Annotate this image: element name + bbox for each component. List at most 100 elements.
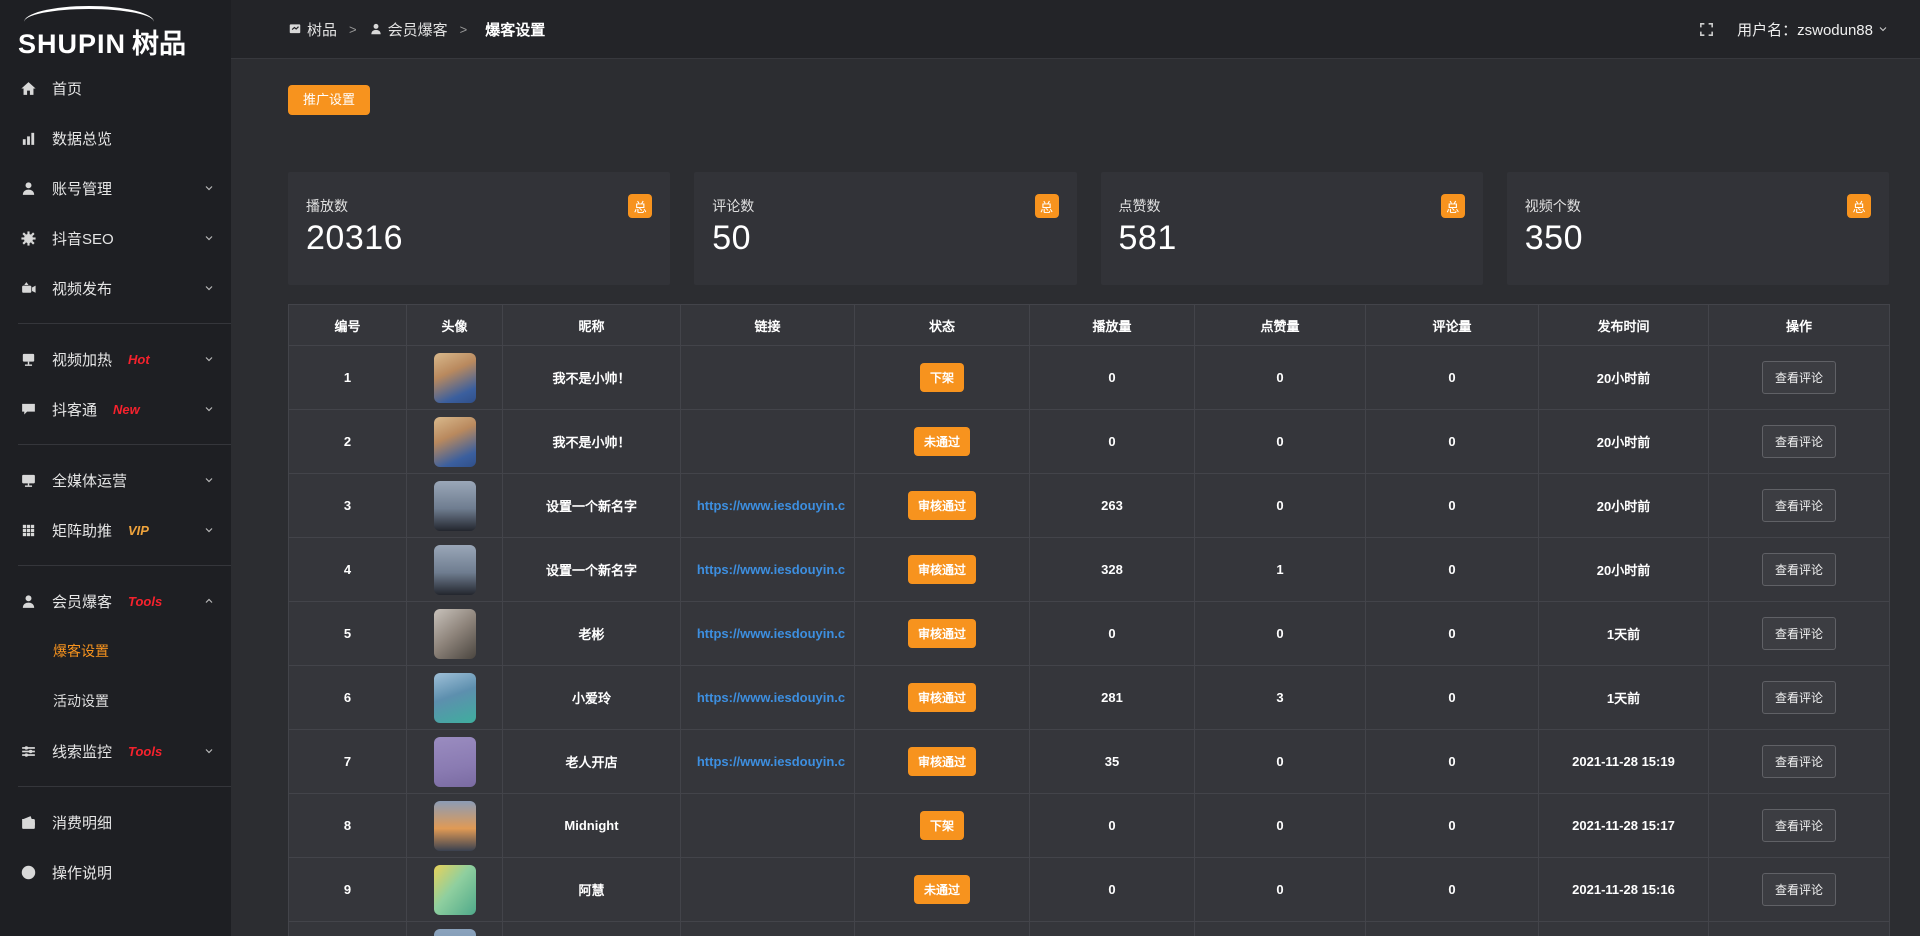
- view-comments-button[interactable]: 查看评论: [1762, 873, 1836, 906]
- sidebar-item-label: 首页: [52, 78, 82, 99]
- cell-link: [681, 410, 855, 474]
- status-badge: 审核通过: [908, 491, 976, 520]
- cell-status: 审核通过: [855, 730, 1030, 794]
- cell-comments: 0: [1366, 474, 1539, 538]
- cell-status: 审核通过: [855, 474, 1030, 538]
- video-link[interactable]: https://www.iesdouyin.c: [697, 626, 845, 641]
- avatar: [434, 609, 476, 659]
- sidebar-item-12[interactable]: ?操作说明: [0, 847, 231, 897]
- view-comments-button[interactable]: 查看评论: [1762, 809, 1836, 842]
- cell-comments: 0: [1366, 666, 1539, 730]
- sidebar-subitem-9-1[interactable]: 活动设置: [0, 676, 231, 726]
- sidebar-item-8[interactable]: 矩阵助推VIP: [0, 505, 231, 555]
- cell-plays: 0: [1030, 602, 1195, 666]
- video-link[interactable]: https://www.iesdouyin.c: [697, 562, 845, 577]
- sidebar-item-4[interactable]: 视频发布: [0, 263, 231, 313]
- cell-status: 未通过: [855, 858, 1030, 922]
- sidebar-item-11[interactable]: 消费明细: [0, 797, 231, 847]
- sidebar-item-label: 会员爆客: [52, 591, 112, 612]
- fullscreen-icon[interactable]: [1698, 21, 1715, 38]
- total-badge: 总: [628, 194, 652, 218]
- breadcrumb-item-home[interactable]: 树品: [288, 19, 337, 40]
- status-badge: 审核通过: [908, 619, 976, 648]
- brand-logo[interactable]: SHUPIN树品: [0, 0, 231, 59]
- sidebar-item-10[interactable]: 线索监控Tools: [0, 726, 231, 776]
- cell-link: https://www.iesdouyin.c: [681, 602, 855, 666]
- cell-link: [681, 794, 855, 858]
- cell-time: 20小时前: [1539, 410, 1709, 474]
- sidebar-item-label: 视频加热: [52, 349, 112, 370]
- sidebar-item-7[interactable]: 全媒体运营: [0, 455, 231, 505]
- cell-comments: [1366, 922, 1539, 936]
- cell-comments: 0: [1366, 794, 1539, 858]
- column-header-0: 编号: [289, 305, 407, 346]
- cell-time: 2021-11-28 15:19: [1539, 730, 1709, 794]
- status-badge: 审核通过: [908, 747, 976, 776]
- cell-link: [681, 858, 855, 922]
- cell-action: 查看评论: [1709, 858, 1890, 922]
- sidebar-divider: [18, 323, 231, 324]
- view-comments-button[interactable]: 查看评论: [1762, 745, 1836, 778]
- cell-id: 3: [289, 474, 407, 538]
- total-badge: 总: [1441, 194, 1465, 218]
- sidebar-item-6[interactable]: 抖客通New: [0, 384, 231, 434]
- video-link[interactable]: https://www.iesdouyin.c: [697, 690, 845, 705]
- cell-id: 8: [289, 794, 407, 858]
- chevron-down-icon: [203, 403, 215, 415]
- sidebar-item-label: 视频发布: [52, 278, 112, 299]
- cell-likes: 0: [1195, 794, 1366, 858]
- view-comments-button[interactable]: 查看评论: [1762, 617, 1836, 650]
- sidebar-item-5[interactable]: 视频加热Hot: [0, 334, 231, 384]
- user-menu[interactable]: 用户名：zswodun88: [1737, 19, 1889, 40]
- table-row: 8Midnight下架0002021-11-28 15:17查看评论: [289, 794, 1890, 858]
- promotion-settings-button[interactable]: 推广设置: [288, 85, 370, 115]
- logo-arc: [24, 6, 154, 22]
- avatar: [434, 545, 476, 595]
- sidebar-divider: [18, 786, 231, 787]
- member-icon: [20, 593, 37, 610]
- cell-avatar: [407, 410, 503, 474]
- sidebar-item-3[interactable]: 抖音SEO: [0, 213, 231, 263]
- sidebar-item-label: 抖客通: [52, 399, 97, 420]
- chevron-down-icon: [203, 474, 215, 486]
- table-row: 9阿慧未通过0002021-11-28 15:16查看评论: [289, 858, 1890, 922]
- cell-nickname: 老人开店: [503, 730, 681, 794]
- sidebar-item-0[interactable]: 首页: [0, 63, 231, 113]
- page-title: 爆客设置: [485, 19, 545, 40]
- cell-action: 查看评论: [1709, 730, 1890, 794]
- cell-action: 查看评论: [1709, 538, 1890, 602]
- status-badge: 未通过: [914, 427, 970, 456]
- sidebar-item-1[interactable]: 数据总览: [0, 113, 231, 163]
- cell-action: 查看评论: [1709, 410, 1890, 474]
- breadcrumb-item-member[interactable]: 会员爆客: [369, 19, 448, 40]
- view-comments-button[interactable]: 查看评论: [1762, 489, 1836, 522]
- sidebar-divider: [18, 444, 231, 445]
- sidebar-subitem-9-0[interactable]: 爆客设置: [0, 626, 231, 676]
- video-link[interactable]: https://www.iesdouyin.c: [697, 498, 845, 513]
- videos-table: 编号头像昵称链接状态播放量点赞量评论量发布时间操作 1我不是小帅！下架00020…: [288, 304, 1890, 936]
- cell-link: https://www.iesdouyin.c: [681, 730, 855, 794]
- cell-link: https://www.iesdouyin.c: [681, 666, 855, 730]
- status-badge: 下架: [920, 811, 964, 840]
- view-comments-button[interactable]: 查看评论: [1762, 681, 1836, 714]
- column-header-4: 状态: [855, 305, 1030, 346]
- sidebar-item-2[interactable]: 账号管理: [0, 163, 231, 213]
- column-header-1: 头像: [407, 305, 503, 346]
- view-comments-button[interactable]: 查看评论: [1762, 361, 1836, 394]
- cell-nickname: 小爱玲: [503, 666, 681, 730]
- sidebar-item-label: 操作说明: [52, 862, 112, 883]
- wallet-icon: [20, 814, 37, 831]
- sidebar-item-9[interactable]: 会员爆客Tools: [0, 576, 231, 626]
- view-comments-button[interactable]: 查看评论: [1762, 553, 1836, 586]
- cell-avatar: [407, 474, 503, 538]
- view-comments-button[interactable]: 查看评论: [1762, 425, 1836, 458]
- cell-action: 查看评论: [1709, 602, 1890, 666]
- video-link[interactable]: https://www.iesdouyin.c: [697, 754, 845, 769]
- table-row: 3设置一个新名字https://www.iesdouyin.c审核通过26300…: [289, 474, 1890, 538]
- gear-icon: [20, 230, 37, 247]
- stat-card-value: 20316: [306, 219, 652, 258]
- sidebar-item-label: 数据总览: [52, 128, 112, 149]
- cell-comments: 0: [1366, 602, 1539, 666]
- cell-plays: 263: [1030, 474, 1195, 538]
- cell-nickname: Midnight: [503, 794, 681, 858]
